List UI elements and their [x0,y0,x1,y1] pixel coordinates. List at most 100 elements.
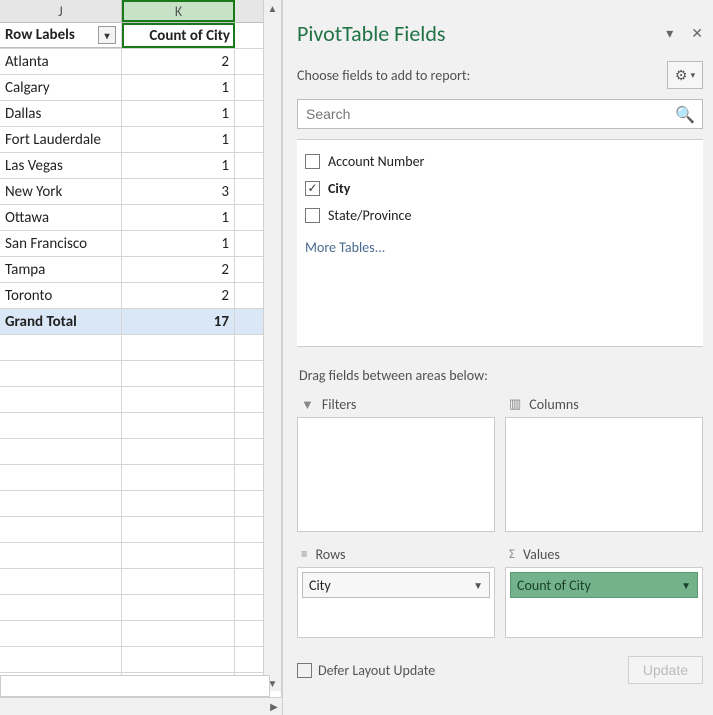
empty-cell[interactable] [122,647,235,672]
empty-cell[interactable] [122,387,235,412]
pivot-row-value[interactable]: 2 [122,283,235,308]
filter-icon: ▼ [301,397,314,413]
pivot-row-label[interactable]: New York [0,179,122,204]
pivot-row-value[interactable]: 1 [122,75,235,100]
field-label: Account Number [328,153,424,170]
area-field-pill[interactable]: City ▼ [302,572,490,598]
column-headers: J K [0,0,281,23]
update-button[interactable]: Update [628,656,703,684]
field-checkbox[interactable]: ✓ [305,181,320,196]
empty-cell[interactable] [0,595,122,620]
empty-row [0,335,281,361]
columns-dropzone[interactable] [505,417,703,532]
empty-cell[interactable] [0,517,122,542]
area-field-pill[interactable]: Count of City ▼ [510,572,698,598]
area-field-label: Count of City [517,577,591,594]
empty-cell[interactable] [0,621,122,646]
table-row: Atlanta2 [0,49,281,75]
pivot-row-label[interactable]: Dallas [0,101,122,126]
pane-header: PivotTable Fields ▾ ✕ [297,6,703,57]
worksheet-area: J K Row Labels ▾ Count of City Atlanta2C… [0,0,282,715]
horizontal-strip [0,675,270,697]
scroll-up-icon[interactable]: ▲ [265,0,281,16]
pivot-rowlabels-header[interactable]: Row Labels ▾ [0,23,122,48]
pivot-row-value[interactable]: 1 [122,101,235,126]
empty-cell[interactable] [122,465,235,490]
empty-cell[interactable] [122,491,235,516]
empty-cell[interactable] [0,361,122,386]
pane-close-icon[interactable]: ✕ [691,25,703,42]
gear-icon: ⚙ [675,67,688,84]
pivot-row-value[interactable]: 2 [122,257,235,282]
pivot-header-row: Row Labels ▾ Count of City [0,23,281,49]
table-row: Toronto2 [0,283,281,309]
column-header-k[interactable]: K [122,0,235,22]
empty-cell[interactable] [122,361,235,386]
filters-dropzone[interactable] [297,417,495,532]
pivot-row-label[interactable]: Tampa [0,257,122,282]
field-search-input[interactable] [297,99,703,129]
pivot-total-label[interactable]: Grand Total [0,309,122,334]
values-dropzone[interactable]: Count of City ▼ [505,567,703,638]
pivot-row-value[interactable]: 3 [122,179,235,204]
empty-cell[interactable] [122,439,235,464]
empty-cell[interactable] [0,647,122,672]
pivot-row-label[interactable]: Atlanta [0,49,122,74]
empty-cell[interactable] [0,439,122,464]
empty-cell[interactable] [122,595,235,620]
empty-cell[interactable] [122,621,235,646]
grid-rows: Row Labels ▾ Count of City Atlanta2Calga… [0,23,281,699]
empty-row [0,387,281,413]
empty-cell[interactable] [122,413,235,438]
pivot-row-label[interactable]: Fort Lauderdale [0,127,122,152]
pivot-total-row: Grand Total 17 [0,309,281,335]
empty-cell[interactable] [0,465,122,490]
column-header-j[interactable]: J [0,0,122,22]
field-item[interactable]: ✓City [297,175,703,202]
empty-row [0,543,281,569]
more-tables-link[interactable]: More Tables... [297,229,703,266]
field-checkbox[interactable] [305,208,320,223]
chevron-down-icon[interactable]: ▼ [681,579,691,592]
empty-cell[interactable] [0,413,122,438]
pivot-row-label[interactable]: Calgary [0,75,122,100]
pivot-total-value[interactable]: 17 [122,309,235,334]
empty-cell[interactable] [122,569,235,594]
area-field-label: City [309,577,331,594]
empty-cell[interactable] [122,335,235,360]
grid-body: Row Labels ▾ Count of City Atlanta2Calga… [0,23,281,715]
pivot-count-header-cell[interactable]: Count of City [122,23,235,48]
pivot-row-value[interactable]: 1 [122,205,235,230]
empty-row [0,361,281,387]
empty-cell[interactable] [0,491,122,516]
empty-cell[interactable] [0,569,122,594]
empty-cell[interactable] [122,543,235,568]
empty-row [0,439,281,465]
chevron-down-icon[interactable]: ▼ [473,579,483,592]
pivot-row-label[interactable]: San Francisco [0,231,122,256]
field-checkbox[interactable] [305,154,320,169]
drop-areas: ▼Filters ▥Columns ≡Rows City▼ ΣValues Co… [297,392,703,638]
field-item[interactable]: Account Number [297,148,703,175]
pivot-row-value[interactable]: 2 [122,49,235,74]
pivot-row-label[interactable]: Ottawa [0,205,122,230]
search-icon: 🔍 [675,105,695,125]
empty-cell[interactable] [0,335,122,360]
empty-cell[interactable] [0,543,122,568]
pivot-row-value[interactable]: 1 [122,127,235,152]
pivot-row-value[interactable]: 1 [122,153,235,178]
empty-cell[interactable] [122,517,235,542]
defer-checkbox[interactable] [297,663,312,678]
pane-menu-icon[interactable]: ▾ [666,25,673,42]
scroll-right-icon[interactable]: ▶ [266,699,282,715]
horizontal-scrollbar[interactable]: ▶ [0,697,282,715]
pivot-row-value[interactable]: 1 [122,231,235,256]
pane-settings-button[interactable]: ⚙ ▾ [667,61,703,89]
vertical-scrollbar[interactable]: ▲ ▼ [263,0,281,691]
pivot-row-label[interactable]: Las Vegas [0,153,122,178]
field-item[interactable]: State/Province [297,202,703,229]
rows-dropzone[interactable]: City ▼ [297,567,495,638]
empty-cell[interactable] [0,387,122,412]
rowlabels-filter-button[interactable]: ▾ [98,26,116,44]
pivot-row-label[interactable]: Toronto [0,283,122,308]
